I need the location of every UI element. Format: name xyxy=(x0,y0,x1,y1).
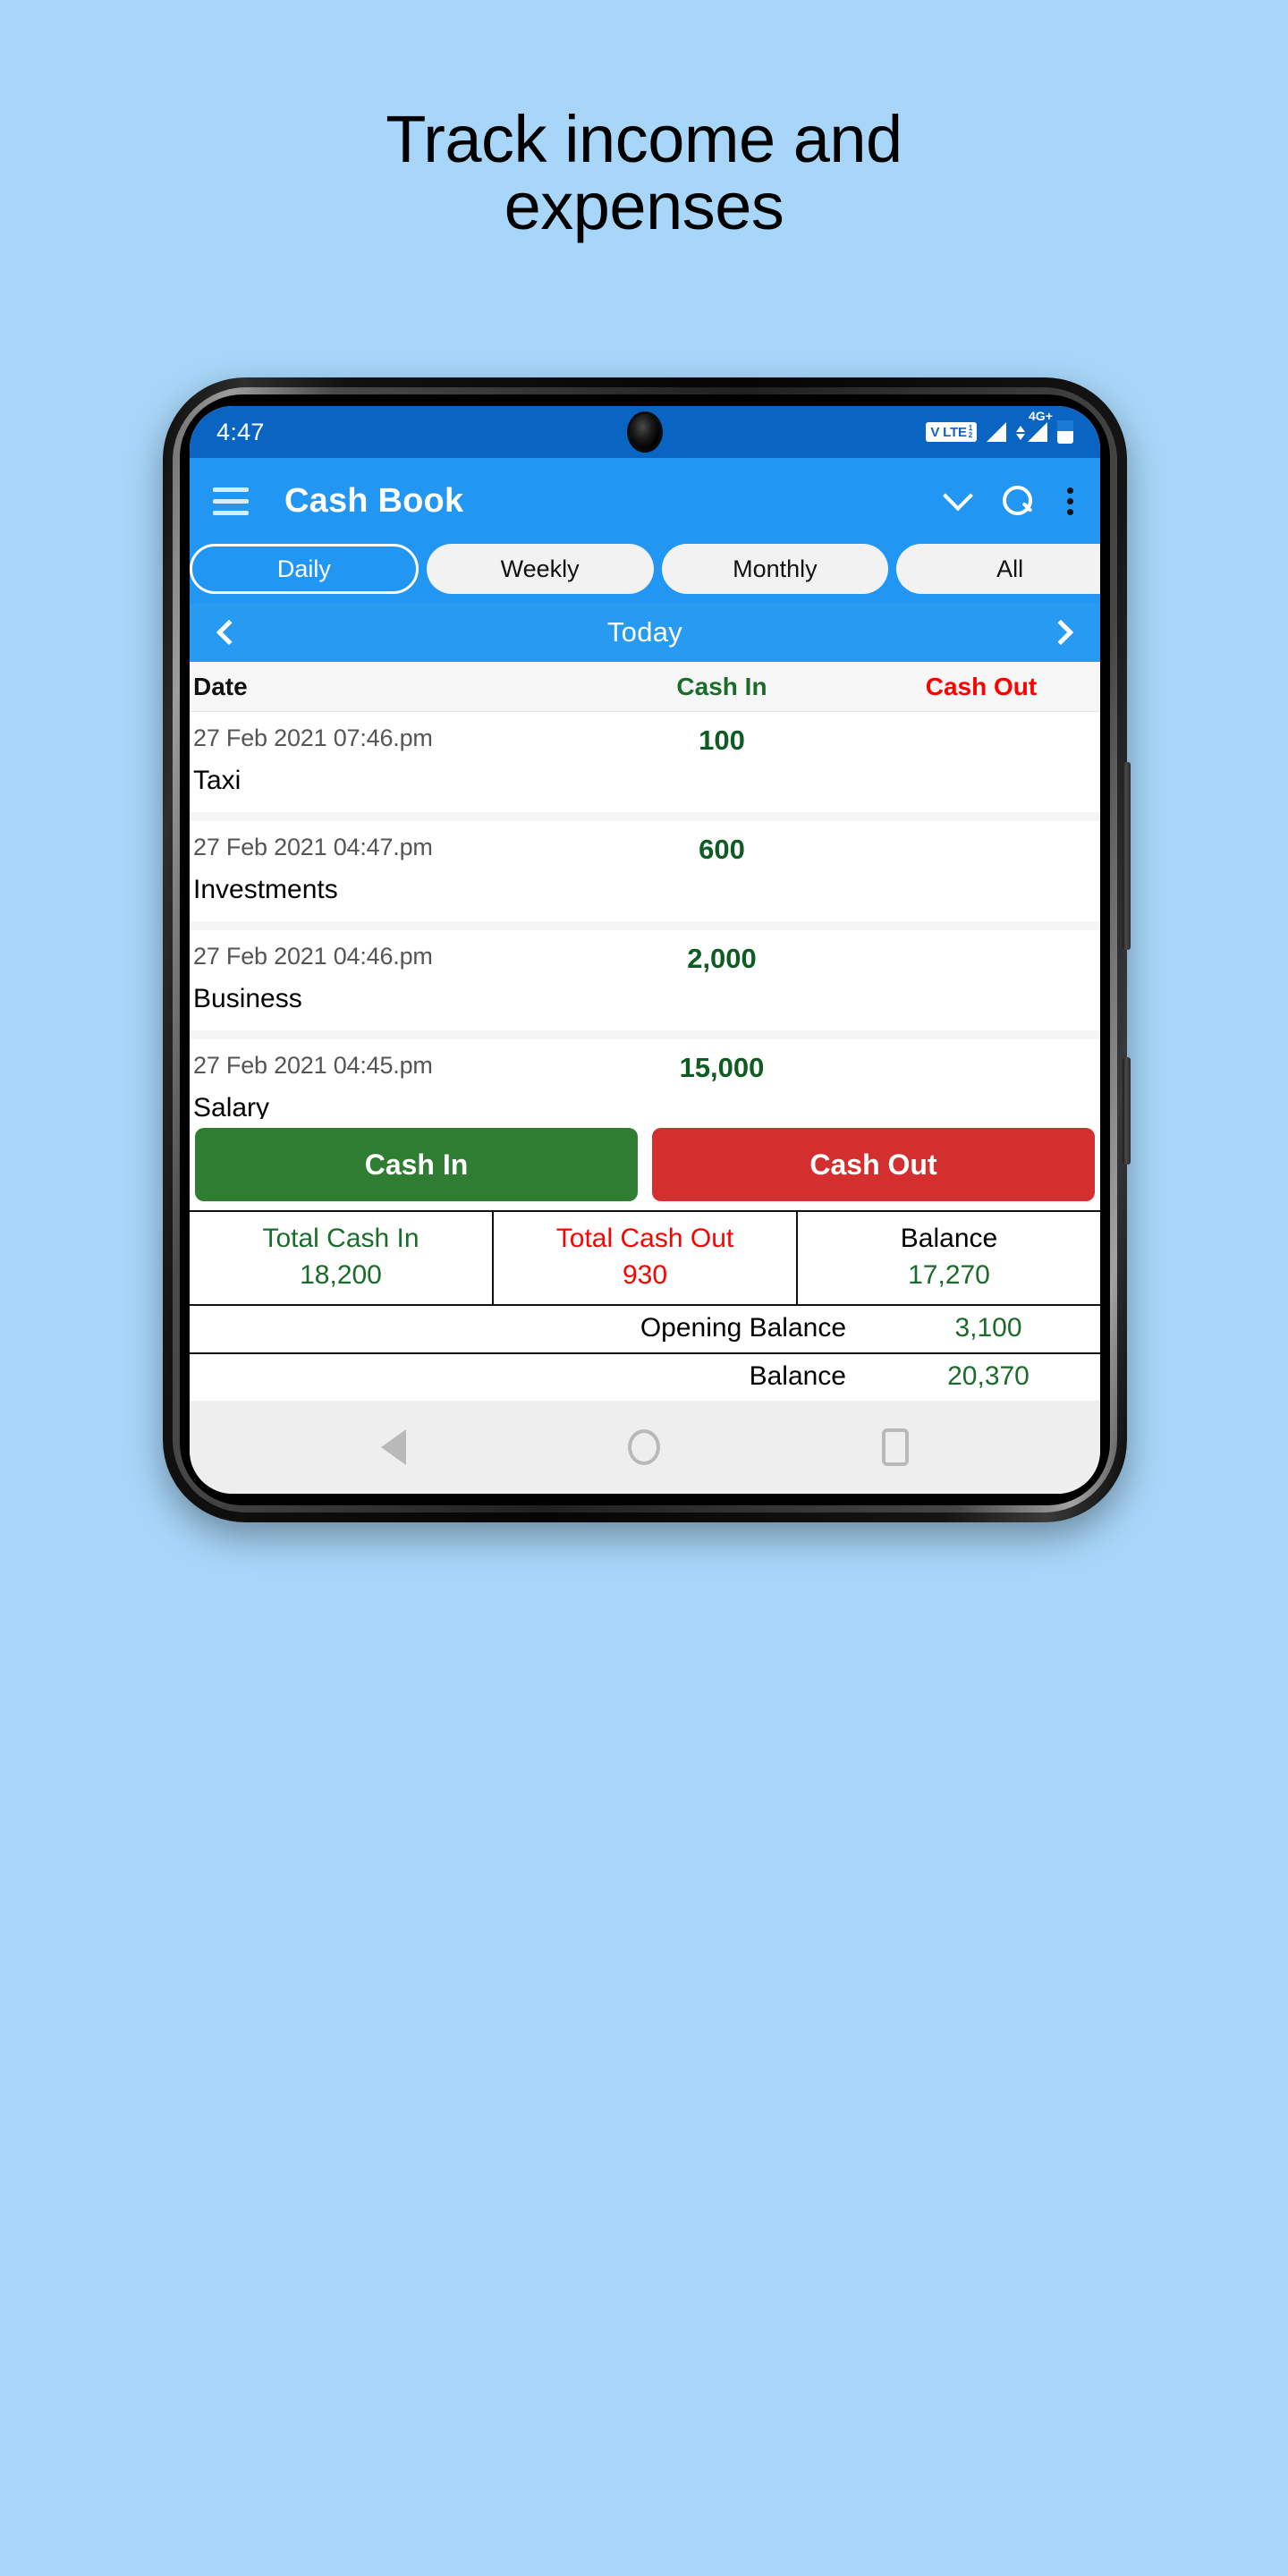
tab-daily[interactable]: Daily xyxy=(190,544,419,594)
total-cash-out-label: Total Cash Out xyxy=(555,1224,734,1253)
transaction-note: Business xyxy=(193,984,302,1013)
final-balance-value: 20,370 xyxy=(947,1361,1030,1391)
front-camera-punchhole xyxy=(630,414,660,450)
phone-screen: 4:47 V LTE 1 2 4G+ Cash Book Daily Weekl… xyxy=(190,406,1100,1494)
transaction-cash-in: 15,000 xyxy=(679,1052,765,1083)
table-row[interactable]: 27 Feb 2021 04:47.pm 600 Investments xyxy=(190,821,1100,930)
table-header: Date Cash In Cash Out xyxy=(190,662,1100,712)
transaction-note: Salary xyxy=(193,1093,270,1119)
transaction-cash-in: 100 xyxy=(699,724,745,756)
app-bar-actions xyxy=(943,480,1077,516)
data-transfer-arrows-icon xyxy=(1016,426,1025,440)
home-circle-icon[interactable] xyxy=(628,1429,660,1465)
opening-balance-label: Opening Balance xyxy=(640,1313,846,1343)
transaction-cash-in: 2,000 xyxy=(687,943,757,974)
column-header-date: Date xyxy=(193,672,248,700)
app-bar: Cash Book xyxy=(190,458,1100,544)
totals-row: Total Cash In 18,200 Total Cash Out 930 … xyxy=(190,1212,1100,1306)
power-button[interactable] xyxy=(1123,1057,1131,1165)
volte-label: V LTE xyxy=(930,424,967,440)
opening-balance-value: 3,100 xyxy=(954,1313,1022,1343)
transaction-date: 27 Feb 2021 04:46.pm xyxy=(193,943,433,970)
page-title: Cash Book xyxy=(284,481,464,520)
transaction-note: Investments xyxy=(193,875,338,904)
transaction-date: 27 Feb 2021 04:47.pm xyxy=(193,834,433,860)
mobile-data-group: 4G+ xyxy=(1016,409,1053,442)
totals-summary: Total Cash In 18,200 Total Cash Out 930 … xyxy=(190,1210,1100,1401)
total-cash-out-cell: Total Cash Out 930 xyxy=(494,1212,798,1304)
transaction-list[interactable]: 27 Feb 2021 07:46.pm 100 Taxi 27 Feb 202… xyxy=(190,712,1100,1119)
cash-out-button[interactable]: Cash Out xyxy=(652,1128,1095,1201)
column-header-cash-in: Cash In xyxy=(676,672,767,700)
volume-button[interactable] xyxy=(1123,762,1131,950)
transaction-date: 27 Feb 2021 07:46.pm xyxy=(193,724,433,751)
tab-monthly[interactable]: Monthly xyxy=(661,544,889,594)
volte-sim-bottom: 2 xyxy=(968,431,972,439)
volte-icon: V LTE 1 2 xyxy=(926,422,977,442)
balance-cell: Balance 17,270 xyxy=(798,1212,1100,1304)
chevron-down-icon[interactable] xyxy=(943,480,973,512)
promo-headline: Track income and expenses xyxy=(0,0,1288,241)
back-triangle-icon[interactable] xyxy=(381,1429,406,1465)
transaction-date: 27 Feb 2021 04:45.pm xyxy=(193,1052,433,1079)
date-navigator: Today xyxy=(190,603,1100,662)
hamburger-icon[interactable] xyxy=(213,487,249,515)
final-balance-row: Balance 20,370 xyxy=(190,1354,1100,1401)
headline-line-1: Track income and xyxy=(386,102,902,176)
recents-square-icon[interactable] xyxy=(882,1428,909,1466)
network-type-label: 4G+ xyxy=(1029,409,1053,423)
period-tabs: Daily Weekly Monthly All xyxy=(190,544,1100,603)
cash-in-button[interactable]: Cash In xyxy=(195,1128,638,1201)
tab-weekly[interactable]: Weekly xyxy=(426,544,654,594)
balance-label: Balance xyxy=(900,1224,998,1253)
column-header-cash-out: Cash Out xyxy=(925,672,1038,700)
current-period-label: Today xyxy=(606,616,683,648)
action-buttons: Cash In Cash Out xyxy=(190,1119,1100,1210)
phone-mockup: 4:47 V LTE 1 2 4G+ Cash Book Daily Weekl… xyxy=(163,377,1131,1522)
kebab-menu-icon[interactable] xyxy=(1067,487,1073,515)
android-nav-bar xyxy=(190,1401,1100,1494)
final-balance-label: Balance xyxy=(749,1361,846,1391)
signal-bars-sim2-icon: 4G+ xyxy=(1028,409,1053,442)
opening-balance-row: Opening Balance 3,100 xyxy=(190,1306,1100,1354)
status-bar: 4:47 V LTE 1 2 4G+ xyxy=(190,406,1100,458)
search-icon[interactable] xyxy=(1003,486,1033,516)
transaction-cash-in: 600 xyxy=(699,834,745,865)
headline-line-2: expenses xyxy=(504,169,784,244)
total-cash-out-value: 930 xyxy=(622,1259,668,1290)
transaction-note: Taxi xyxy=(193,766,242,795)
table-row[interactable]: 27 Feb 2021 07:46.pm 100 Taxi xyxy=(190,712,1100,821)
total-cash-in-label: Total Cash In xyxy=(262,1224,419,1253)
total-cash-in-cell: Total Cash In 18,200 xyxy=(190,1212,494,1304)
status-time: 4:47 xyxy=(216,418,265,445)
volte-sim-indicator: 1 2 xyxy=(969,425,972,438)
total-cash-in-value: 18,200 xyxy=(300,1259,382,1290)
battery-icon xyxy=(1057,420,1073,444)
signal-bars-sim1-icon xyxy=(987,422,1006,442)
next-day-icon[interactable] xyxy=(1047,619,1074,646)
table-row[interactable]: 27 Feb 2021 04:46.pm 2,000 Business xyxy=(190,930,1100,1039)
table-row[interactable]: 27 Feb 2021 04:45.pm 15,000 Salary xyxy=(190,1039,1100,1119)
status-icons: V LTE 1 2 4G+ xyxy=(926,409,1073,444)
balance-value: 17,270 xyxy=(908,1259,990,1290)
tab-all[interactable]: All xyxy=(896,544,1100,594)
